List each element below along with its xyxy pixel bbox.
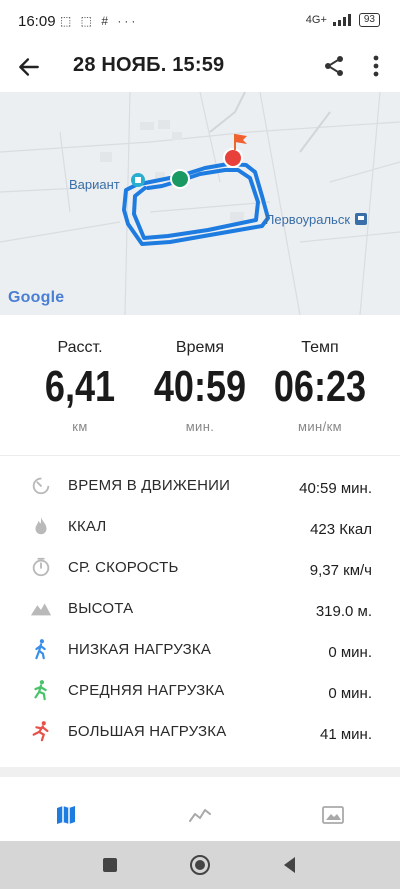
battery-icon: 93: [358, 13, 380, 27]
detail-name: ВЫСОТА: [68, 600, 134, 617]
mountain-icon: [30, 603, 52, 616]
route-map[interactable]: Вариант Первоуральск Google: [0, 92, 400, 315]
pace-label: Темп: [301, 339, 339, 356]
detail-name: СР. СКОРОСТЬ: [68, 559, 179, 576]
status-notification-icons: ⬚ ⬚ # ···: [60, 14, 139, 28]
pace-unit: мин/км: [297, 419, 342, 434]
stopwatch-icon: [32, 477, 50, 495]
pace-value: 06:23: [273, 362, 367, 411]
share-icon[interactable]: [322, 53, 346, 79]
system-navigation-bar: [0, 841, 400, 889]
signal-icon: [332, 14, 351, 26]
flame-icon: [35, 516, 47, 535]
detail-row-avg-speed: СР. СКОРОСТЬ 9,37 км/ч: [0, 548, 400, 589]
detail-value: 423 Ккал: [310, 521, 372, 538]
image-icon[interactable]: [320, 803, 346, 827]
map-canvas: [0, 92, 400, 315]
detail-value: 9,37 км/ч: [309, 562, 372, 579]
detail-value: 40:59 мин.: [299, 480, 372, 497]
page-title: 28 НОЯБ. 15:59: [73, 54, 225, 76]
detail-name: СРЕДНЯЯ НАГРУЗКА: [68, 682, 225, 699]
detail-row-kcal: ККАЛ 423 Ккал: [0, 507, 400, 548]
network-type: 4G+: [305, 14, 327, 26]
detail-row-altitude: ВЫСОТА 319.0 м.: [0, 589, 400, 630]
line-chart-icon[interactable]: [187, 803, 213, 827]
detail-row-high-load: БОЛЬШАЯ НАГРУЗКА 41 мин.: [0, 712, 400, 753]
pace-stat: Темп 06:23 мин/км: [260, 339, 380, 434]
distance-value: 6,41: [44, 362, 116, 411]
detail-value: 0 мин.: [328, 685, 372, 702]
detail-row-moving-time: ВРЕМЯ В ДВИЖЕНИИ 40:59 мин.: [0, 466, 400, 507]
distance-unit: км: [72, 419, 88, 434]
detail-row-medium-load: СРЕДНЯЯ НАГРУЗКА 0 мин.: [0, 671, 400, 712]
status-time: 16:09: [18, 13, 56, 30]
google-logo: Google: [8, 289, 65, 306]
time-value: 40:59: [153, 362, 247, 411]
detail-value: 0 мин.: [328, 644, 372, 661]
detail-name: ВРЕМЯ В ДВИЖЕНИИ: [68, 477, 231, 494]
section-separator: [0, 767, 400, 777]
status-bar: 16:09 ⬚ ⬚ # ··· 4G+ 93: [0, 0, 400, 42]
status-right-group: 4G+ 93: [306, 13, 380, 27]
distance-label: Расст.: [57, 339, 103, 356]
map-label-variant: Вариант: [69, 177, 120, 192]
detail-name: ККАЛ: [68, 518, 107, 535]
map-icon[interactable]: [53, 803, 79, 827]
running-icon: [32, 721, 49, 742]
detail-value: 319.0 м.: [315, 603, 372, 620]
timer-icon: [32, 557, 50, 577]
time-unit: мин.: [185, 419, 215, 434]
recents-square-icon[interactable]: [99, 854, 121, 876]
back-arrow-icon[interactable]: [16, 54, 42, 80]
time-stat: Время 40:59 мин.: [140, 339, 260, 434]
time-label: Время: [175, 339, 225, 356]
stats-divider: [0, 455, 400, 456]
detail-name: НИЗКАЯ НАГРУЗКА: [68, 641, 212, 658]
jogging-icon: [34, 680, 47, 701]
walking-icon: [35, 639, 46, 660]
detail-row-low-load: НИЗКАЯ НАГРУЗКА 0 мин.: [0, 630, 400, 671]
detail-value: 41 мин.: [320, 726, 372, 743]
detail-name: БОЛЬШАЯ НАГРУЗКА: [68, 723, 227, 740]
map-label-pervouralsk: Первоуральск: [265, 212, 351, 227]
back-triangle-icon[interactable]: [279, 854, 301, 876]
app-bar: 28 НОЯБ. 15:59: [0, 42, 400, 92]
home-circle-icon[interactable]: [189, 854, 211, 876]
distance-stat: Расст. 6,41 км: [20, 339, 140, 434]
summary-stats: Расст. 6,41 км Время 40:59 мин. Темп 06:…: [0, 315, 400, 455]
more-vertical-icon[interactable]: [366, 52, 386, 80]
bottom-tab-bar: [0, 789, 400, 841]
